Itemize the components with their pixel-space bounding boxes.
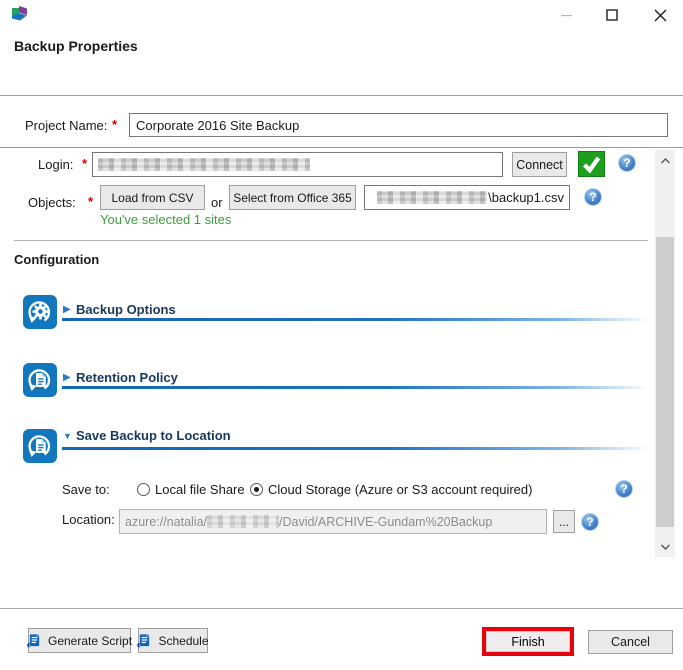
location-suffix: /David/ARCHIVE-Gundam%20Backup: [279, 515, 492, 529]
generate-script-label: Generate Script: [48, 634, 132, 648]
scroll-down-icon[interactable]: [655, 538, 675, 555]
local-file-share-label[interactable]: Local file Share: [155, 482, 245, 497]
save-to-label: Save to:: [62, 482, 110, 497]
retention-policy-underline: [62, 386, 648, 389]
csv-file-name: \backup1.csv: [488, 190, 564, 205]
expander-collapsed-icon: ▶: [63, 372, 71, 383]
close-button[interactable]: [643, 1, 677, 29]
redacted-location-text: [207, 515, 279, 528]
backup-options-icon: [23, 295, 57, 329]
maximize-icon: [606, 9, 618, 21]
backup-options-underline: [62, 318, 648, 321]
scroll-up-icon[interactable]: [655, 152, 675, 169]
login-help-icon[interactable]: ?: [618, 154, 636, 172]
save-backup-location-underline: [62, 447, 648, 450]
save-backup-location-icon: [23, 429, 57, 463]
login-label: Login:: [38, 157, 73, 172]
maximize-button[interactable]: [596, 1, 628, 29]
schedule-button[interactable]: Schedule: [138, 628, 208, 653]
connect-button[interactable]: Connect: [512, 152, 567, 177]
header-divider: [0, 95, 683, 96]
cloud-storage-label[interactable]: Cloud Storage (Azure or S3 account requi…: [268, 482, 532, 497]
page-title: Backup Properties: [14, 38, 138, 54]
select-from-office365-button[interactable]: Select from Office 365: [229, 185, 356, 210]
finish-button-highlight: Finish: [482, 627, 574, 656]
objects-required-mark: *: [88, 194, 93, 209]
project-name-input[interactable]: [129, 113, 668, 137]
save-backup-location-title: Save Backup to Location: [76, 428, 231, 443]
backup-properties-dialog: Backup Properties Project Name: * Login:…: [0, 0, 683, 670]
retention-policy-title: Retention Policy: [76, 370, 178, 385]
finish-button[interactable]: Finish: [486, 631, 570, 652]
objects-help-icon[interactable]: ?: [584, 188, 602, 206]
connection-ok-icon: [578, 151, 605, 177]
app-logo-icon: [10, 5, 30, 25]
scrollbar-thumb[interactable]: [656, 237, 674, 527]
close-icon: [654, 9, 667, 22]
local-file-share-radio[interactable]: [137, 483, 150, 496]
minimize-icon: [561, 14, 572, 17]
scrollbar[interactable]: [655, 150, 675, 557]
redacted-login-text: [98, 158, 310, 171]
browse-location-button[interactable]: ...: [553, 510, 575, 533]
location-label: Location:: [62, 512, 115, 527]
configuration-heading: Configuration: [14, 252, 99, 267]
save-to-help-icon[interactable]: ?: [615, 480, 633, 498]
radio-selected-dot: [254, 487, 259, 492]
script-icon: [27, 633, 42, 648]
project-required-mark: *: [112, 117, 117, 132]
selected-sites-note: You've selected 1 sites: [100, 212, 231, 227]
expander-expanded-icon: ▼: [63, 431, 72, 441]
cloud-storage-radio[interactable]: [250, 483, 263, 496]
schedule-label: Schedule: [158, 634, 208, 648]
objects-label: Objects:: [28, 195, 76, 210]
redacted-path-text: [377, 191, 487, 204]
minimize-button[interactable]: [550, 1, 582, 29]
script-icon: [137, 633, 152, 648]
location-prefix: azure://natalia/: [125, 515, 207, 529]
csv-path-input[interactable]: \backup1.csv: [364, 185, 570, 210]
location-help-icon[interactable]: ?: [581, 513, 599, 531]
generate-script-button[interactable]: Generate Script: [28, 628, 131, 653]
scroll-area-divider: [0, 147, 683, 148]
cancel-button[interactable]: Cancel: [588, 630, 673, 654]
retention-policy-icon: [23, 363, 57, 397]
objects-section-divider: [14, 240, 648, 241]
footer-divider: [0, 608, 683, 609]
login-required-mark: *: [82, 156, 87, 171]
project-name-label: Project Name:: [25, 118, 107, 133]
expander-collapsed-icon: ▶: [63, 304, 71, 315]
save-backup-location-header[interactable]: ▼ Save Backup to Location: [60, 428, 650, 448]
location-input[interactable]: azure://natalia/ /David/ARCHIVE-Gundam%2…: [119, 509, 547, 534]
load-from-csv-button[interactable]: Load from CSV: [100, 185, 205, 210]
or-label: or: [211, 195, 223, 210]
backup-options-title: Backup Options: [76, 302, 176, 317]
login-input[interactable]: [92, 152, 503, 177]
